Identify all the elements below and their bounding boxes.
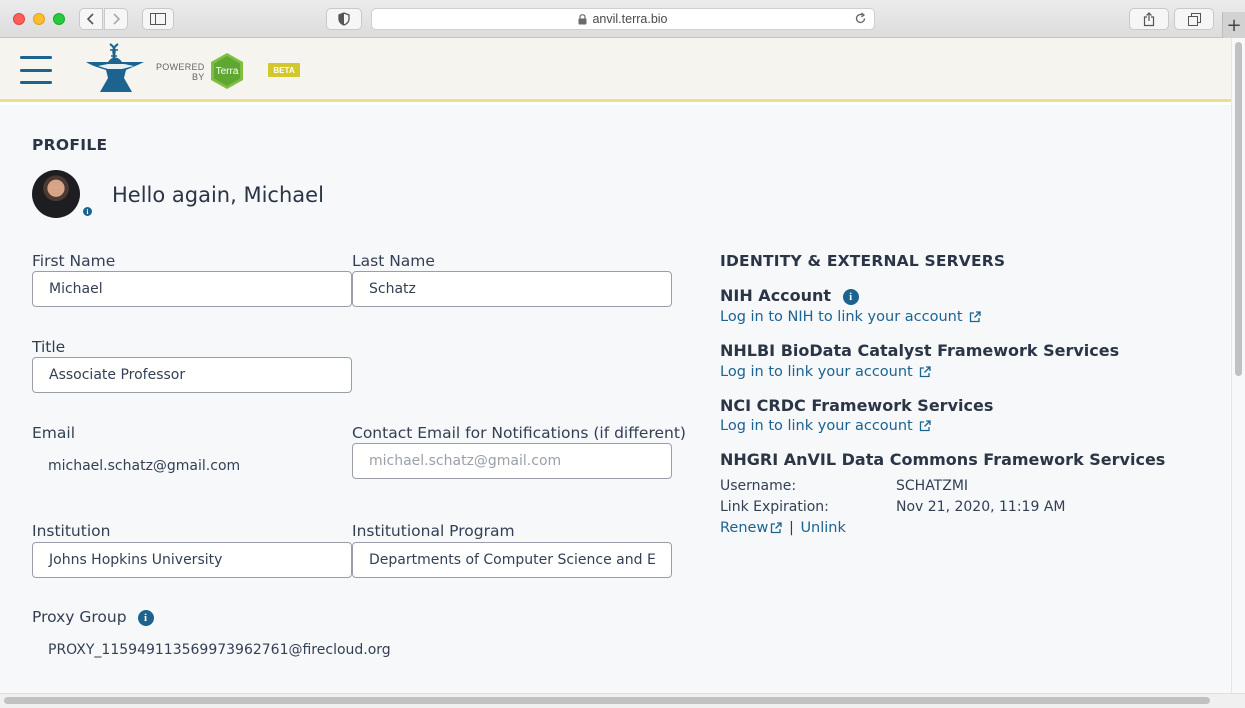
anvil-logo[interactable]	[84, 42, 146, 96]
close-window-button[interactable]	[13, 13, 25, 25]
institution-value: Johns Hopkins University	[49, 552, 223, 568]
plus-icon: +	[1226, 14, 1242, 36]
institution-field[interactable]: Johns Hopkins University	[32, 542, 352, 578]
unlink-link[interactable]: Unlink	[800, 520, 845, 536]
greeting-text: Hello again, Michael	[112, 183, 324, 207]
username-value: SCHATZMI	[896, 478, 969, 494]
minimize-window-button[interactable]	[33, 13, 45, 25]
new-tab-button[interactable]: +	[1222, 12, 1245, 38]
nci-heading: NCI CRDC Framework Services	[720, 396, 994, 415]
title-value: Associate Professor	[49, 367, 186, 383]
avatar	[32, 170, 80, 218]
terra-logo[interactable]: Terra	[208, 52, 246, 90]
powered-line2: BY	[192, 72, 205, 82]
nhgri-actions: Renew | Unlink	[720, 520, 846, 536]
contact-email-field[interactable]: michael.schatz@gmail.com	[352, 443, 672, 479]
lock-icon	[578, 13, 587, 24]
first-name-label: First Name	[32, 252, 116, 270]
nci-login-link[interactable]: Log in to link your account	[720, 418, 931, 434]
identity-section-title: IDENTITY & EXTERNAL SERVERS	[720, 252, 1006, 270]
title-label: Title	[32, 338, 66, 356]
proxy-group-value: PROXY_115949113569973962761@firecloud.or…	[48, 642, 391, 658]
tabs-icon	[1187, 12, 1201, 26]
zoom-window-button[interactable]	[53, 13, 65, 25]
profile-page: PROFILE i Hello again, Michael First Nam…	[0, 105, 1231, 693]
program-label: Institutional Program	[352, 522, 515, 540]
chevron-left-icon	[87, 13, 94, 25]
share-button[interactable]	[1129, 8, 1169, 30]
nih-login-link-text: Log in to NIH to link your account	[720, 309, 963, 325]
email-value: michael.schatz@gmail.com	[48, 458, 241, 474]
reload-icon[interactable]	[854, 12, 867, 25]
tab-overview-button[interactable]	[1174, 8, 1214, 30]
title-field[interactable]: Associate Professor	[32, 357, 352, 393]
email-label: Email	[32, 424, 76, 442]
last-name-field[interactable]: Schatz	[352, 271, 672, 307]
external-link-icon	[920, 366, 931, 378]
nhlbi-heading: NHLBI BioData Catalyst Framework Service…	[720, 341, 1120, 360]
sidebar-icon	[150, 13, 166, 25]
link-expiration-label: Link Expiration:	[720, 499, 829, 515]
nhgri-heading: NHGRI AnVIL Data Commons Framework Servi…	[720, 450, 1166, 469]
program-value: Departments of Computer Science and E	[369, 552, 656, 568]
back-button[interactable]	[79, 8, 103, 30]
terra-logo-text: Terra	[216, 66, 239, 77]
link-expiration-value: Nov 21, 2020, 11:19 AM	[896, 499, 1066, 515]
external-link-icon	[970, 311, 981, 323]
first-name-value: Michael	[49, 281, 103, 297]
browser-toolbar: anvil.terra.bio +	[0, 0, 1245, 38]
last-name-label: Last Name	[352, 252, 435, 270]
forward-button[interactable]	[104, 8, 128, 30]
nih-info-icon[interactable]: i	[842, 288, 859, 305]
external-link-icon	[920, 420, 931, 432]
app-header: POWERED BY Terra BETA	[0, 38, 1231, 102]
contact-email-label: Contact Email for Notifications (if diff…	[352, 424, 686, 442]
proxy-group-label: Proxy Group i	[32, 608, 154, 626]
vertical-scrollbar[interactable]	[1235, 42, 1242, 376]
first-name-field[interactable]: Michael	[32, 271, 352, 307]
menu-icon[interactable]	[20, 56, 52, 84]
nih-account-heading: NIH Account i	[720, 286, 859, 305]
proxy-group-label-text: Proxy Group	[32, 608, 127, 626]
renew-link[interactable]: Renew	[720, 520, 782, 536]
program-field[interactable]: Departments of Computer Science and E	[352, 542, 672, 578]
renew-link-text: Renew	[720, 520, 769, 536]
privacy-report-button[interactable]	[326, 8, 362, 30]
nih-account-name: NIH Account	[720, 286, 832, 305]
avatar-info-icon[interactable]: i	[83, 207, 92, 216]
address-bar[interactable]: anvil.terra.bio	[371, 8, 875, 30]
powered-line1: POWERED	[156, 62, 205, 72]
nih-login-link[interactable]: Log in to NIH to link your account	[720, 309, 981, 325]
action-separator: |	[788, 520, 794, 536]
nhlbi-login-link[interactable]: Log in to link your account	[720, 364, 931, 380]
url-text: anvil.terra.bio	[592, 12, 668, 26]
nci-login-link-text: Log in to link your account	[720, 418, 913, 434]
sidebar-toggle-button[interactable]	[142, 8, 174, 30]
proxy-group-info-icon[interactable]: i	[137, 609, 154, 626]
username-label: Username:	[720, 478, 797, 494]
shield-icon	[338, 12, 350, 26]
powered-by-text: POWERED BY	[156, 62, 205, 82]
chevron-right-icon	[113, 13, 120, 25]
institution-label: Institution	[32, 522, 111, 540]
horizontal-scrollbar[interactable]	[4, 697, 1210, 704]
page-title: PROFILE	[32, 136, 108, 154]
beta-badge: BETA	[268, 63, 300, 77]
contact-email-placeholder: michael.schatz@gmail.com	[369, 453, 562, 469]
share-icon	[1143, 11, 1155, 26]
nhlbi-login-link-text: Log in to link your account	[720, 364, 913, 380]
external-link-icon	[771, 522, 782, 534]
last-name-value: Schatz	[369, 281, 416, 297]
